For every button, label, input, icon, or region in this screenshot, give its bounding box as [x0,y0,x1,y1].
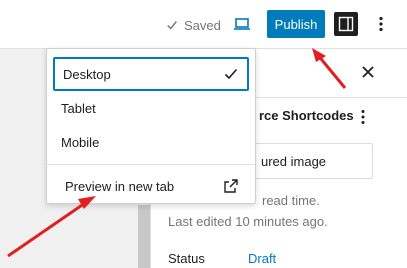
menu-item-tablet[interactable]: Tablet [53,91,249,125]
menu-item-mobile[interactable]: Mobile [53,125,249,159]
last-edited: Last edited 10 minutes ago. [168,214,328,229]
check-icon [167,21,177,30]
menu-item-label: Desktop [63,66,111,82]
post-options-button[interactable] [357,108,369,126]
sidebar-toggle-icon [338,16,354,32]
scrollbar[interactable] [138,205,150,268]
saved-label: Saved [184,17,221,33]
menu-divider [47,164,255,165]
status-label: Status [168,251,205,266]
external-link-icon [224,179,238,193]
sidebar-toggle-button[interactable] [334,12,358,36]
menu-item-desktop[interactable]: Desktop [53,57,249,91]
status-value-link[interactable]: Draft [248,251,276,266]
close-icon [362,66,374,78]
vertical-ellipsis-icon [379,16,383,32]
vertical-ellipsis-icon [361,110,365,124]
menu-item-label: Tablet [61,100,96,116]
laptop-icon [234,18,250,30]
menu-item-preview-new-tab[interactable]: Preview in new tab [53,169,249,203]
close-sidebar-button[interactable] [358,62,378,82]
read-time: read time. [262,193,320,208]
menu-item-label: Mobile [61,134,100,150]
saved-indicator: Saved [165,15,221,35]
post-title: rce Shortcodes [259,108,354,123]
device-preview-menu: Desktop Tablet Mobile Preview in new tab [46,48,256,204]
options-button[interactable] [372,12,390,36]
checkmark-icon [224,68,238,80]
menu-item-label: Preview in new tab [65,178,175,194]
device-preview-button[interactable] [226,11,258,37]
publish-button[interactable]: Publish [267,10,325,38]
